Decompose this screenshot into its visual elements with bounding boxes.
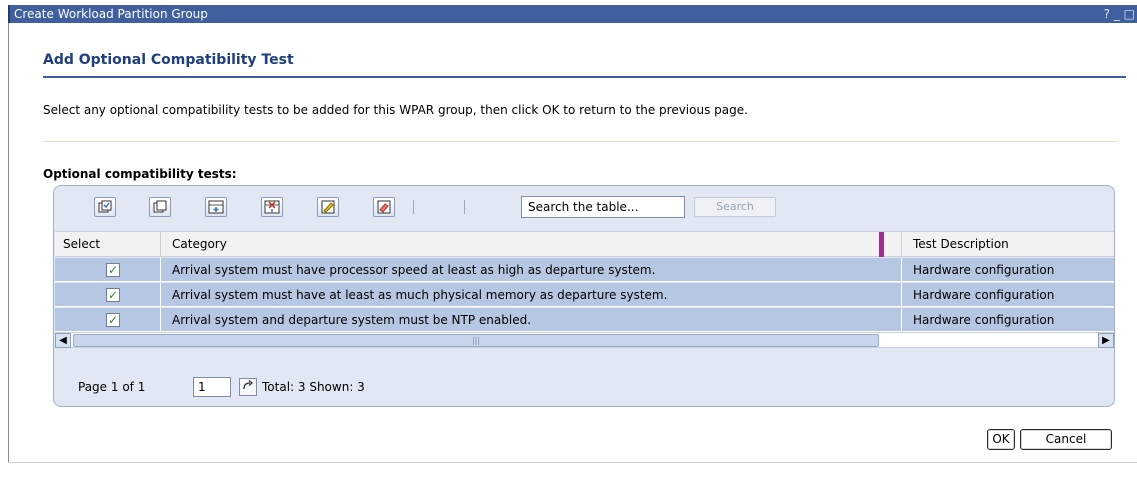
toolbar-separator [413,200,414,214]
row-checkbox[interactable]: ✓ [106,288,120,302]
window-left-border [8,23,9,463]
clear-sort-icon[interactable] [373,197,395,217]
row-checkbox[interactable]: ✓ [106,313,120,327]
page-title: Add Optional Compatibility Test [43,52,294,68]
row-description: Hardware configuration [913,288,1055,302]
page-number-input[interactable] [193,377,231,397]
window-title: Create Workload Partition Group [14,7,208,21]
table-row[interactable]: ✓ Arrival system must have processor spe… [55,258,1114,282]
column-divider [160,258,161,282]
column-divider [160,283,161,307]
table-section-label: Optional compatibility tests: [43,167,237,181]
scrollbar-thumb[interactable]: ||| [73,334,879,347]
table-header: Select Category Test Description [55,231,1114,257]
deselect-all-icon[interactable] [149,197,171,217]
page-indicator: Page 1 of 1 [78,380,146,394]
row-description: Hardware configuration [913,313,1055,327]
go-to-page-icon[interactable] [239,378,257,396]
row-description: Hardware configuration [913,263,1055,277]
row-category: Arrival system must have processor speed… [172,263,656,277]
column-divider [160,232,161,257]
search-button[interactable]: Search [694,197,776,217]
instructions-text: Select any optional compatibility tests … [43,103,748,117]
title-underline [43,76,1126,78]
edit-sort-icon[interactable] [317,197,339,217]
column-divider [901,308,902,332]
section-divider [43,141,1118,142]
row-category: Arrival system must have at least as muc… [172,288,668,302]
window-titlebar: Create Workload Partition Group ? _ □ [8,5,1137,23]
row-totals: Total: 3 Shown: 3 [262,380,365,394]
scroll-left-icon[interactable]: ◀ [55,333,71,348]
select-all-icon[interactable] [94,197,116,217]
cancel-button[interactable]: Cancel [1020,429,1112,450]
column-divider [901,283,902,307]
sort-indicator-icon [879,232,884,257]
column-divider [901,258,902,282]
show-filter-icon[interactable] [205,197,227,217]
column-header-category[interactable]: Category [172,232,227,257]
horizontal-scrollbar[interactable]: ◀ ||| ▶ [55,332,1114,348]
scroll-right-icon[interactable]: ▶ [1098,333,1114,348]
table-search-input[interactable] [521,196,685,218]
row-checkbox[interactable]: ✓ [106,263,120,277]
ok-button[interactable]: OK [987,429,1015,450]
row-category: Arrival system and departure system must… [172,313,532,327]
column-header-test-description[interactable]: Test Description [913,232,1009,257]
toolbar-separator [464,200,465,214]
clear-filter-icon[interactable] [261,197,283,217]
compat-tests-table: Search Select Category Test Description … [53,185,1115,407]
column-divider [901,232,902,257]
column-header-select[interactable]: Select [63,232,100,257]
window-controls[interactable]: ? _ □ [1104,5,1135,23]
table-row[interactable]: ✓ Arrival system and departure system mu… [55,308,1114,332]
window-bottom-border [8,462,1137,463]
table-row[interactable]: ✓ Arrival system must have at least as m… [55,283,1114,307]
column-divider [160,308,161,332]
